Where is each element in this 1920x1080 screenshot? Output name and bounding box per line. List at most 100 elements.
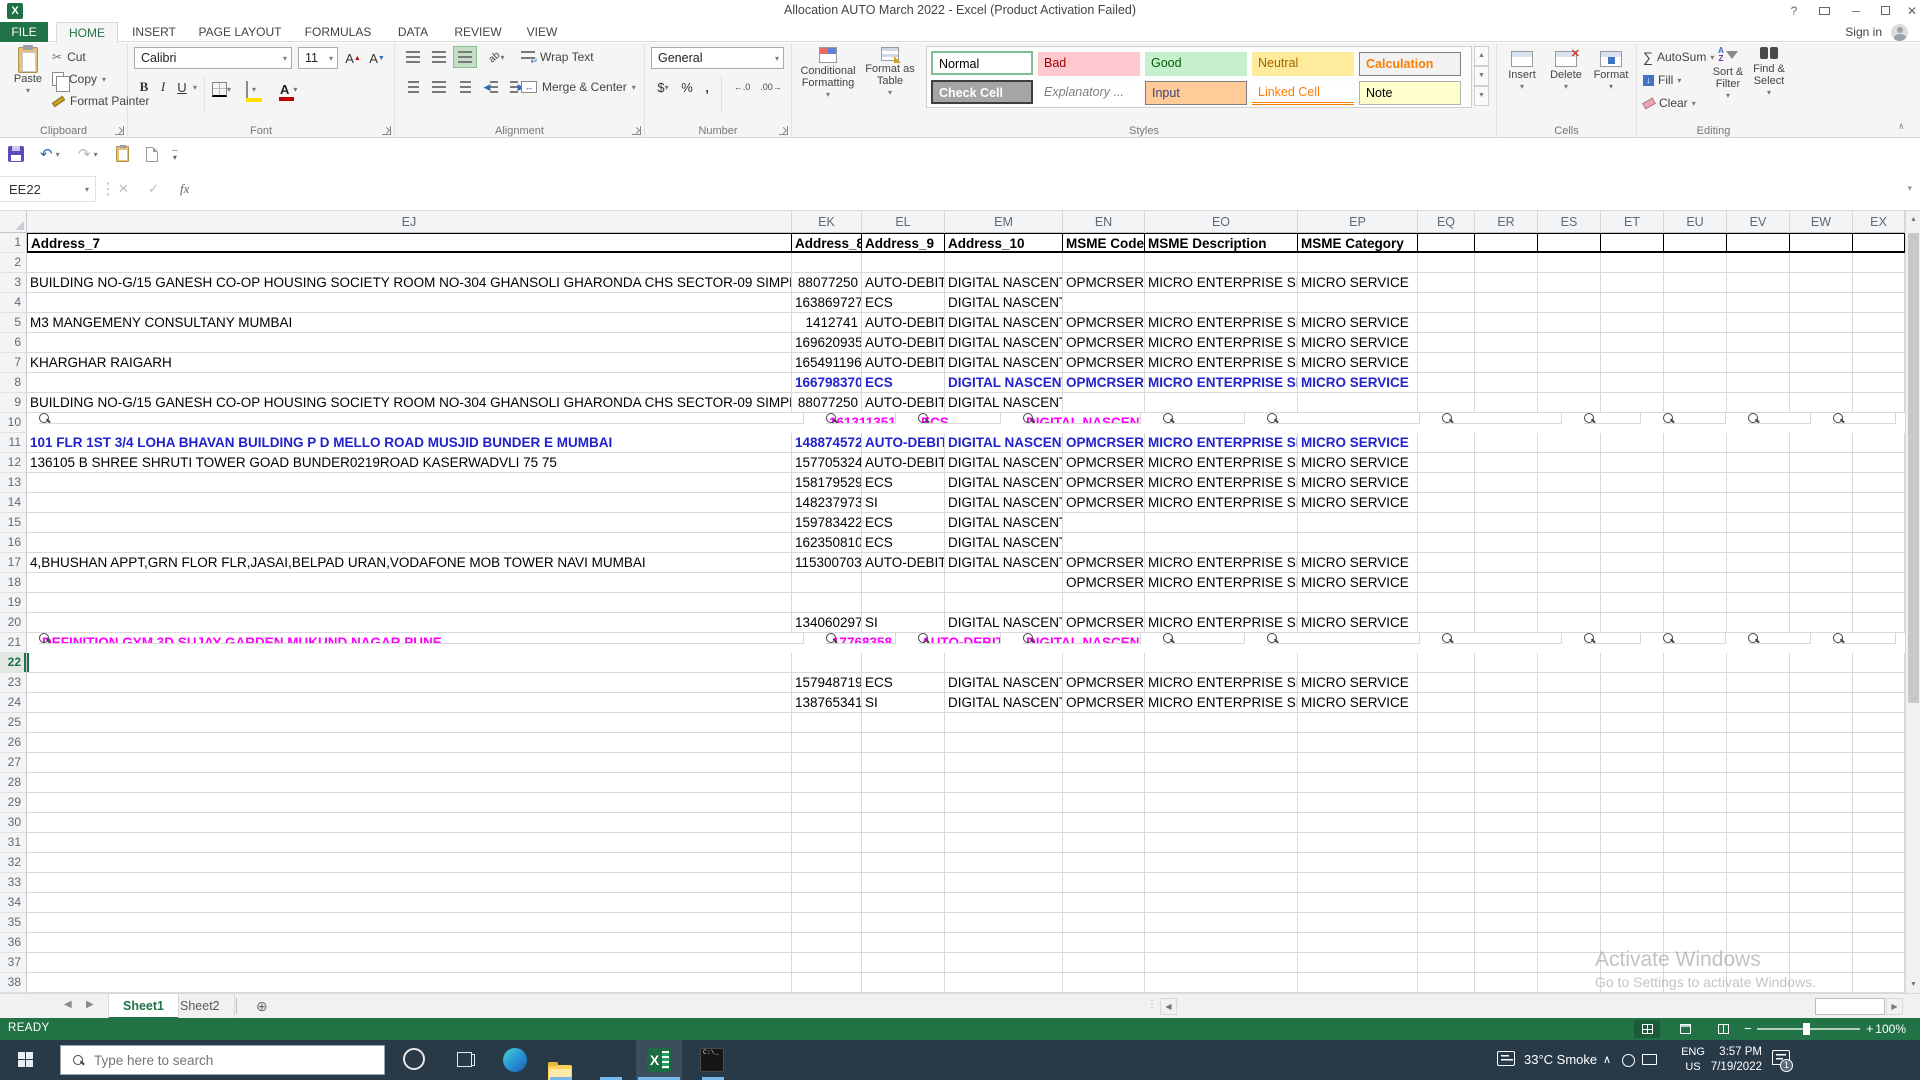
cell-EN13[interactable]: OPMCRSER (1063, 473, 1145, 493)
cell-ES29[interactable] (1538, 793, 1601, 813)
cell-EJ38[interactable] (27, 973, 792, 993)
cell-EP12[interactable]: MICRO SERVICE (1298, 453, 1418, 473)
cell-EL23[interactable]: ECS (862, 673, 945, 693)
cell-EW17[interactable] (1790, 553, 1853, 573)
maximize-button[interactable] (1872, 0, 1900, 22)
cell-EX33[interactable] (1853, 873, 1905, 893)
cell-EV28[interactable] (1727, 773, 1790, 793)
cell-EP20[interactable]: MICRO SERVICE (1298, 613, 1418, 633)
cell-EN22[interactable] (1063, 653, 1145, 673)
cell-ET32[interactable] (1601, 853, 1664, 873)
cortana-button[interactable] (403, 1048, 425, 1070)
delete-cells-button[interactable]: ✕ Delete ▾ (1545, 48, 1587, 93)
cell-EP26[interactable] (1298, 733, 1418, 753)
font-name-combo[interactable]: Calibri ▾ (134, 47, 292, 69)
cell-EJ34[interactable] (27, 893, 792, 913)
cell-EL1[interactable]: Address_9 (862, 233, 945, 253)
cell-EW19[interactable] (1790, 593, 1853, 613)
cell-EL6[interactable]: AUTO-DEBIT (862, 333, 945, 353)
cell-EQ13[interactable] (1418, 473, 1475, 493)
cell-EK19[interactable] (792, 593, 862, 613)
cell-EL35[interactable] (862, 913, 945, 933)
cell-EM14[interactable]: DIGITAL NASCENT (945, 493, 1063, 513)
cell-EJ11[interactable]: 101 FLR 1ST 3/4 LOHA BHAVAN BUILDING P D… (27, 433, 792, 453)
cell-ER4[interactable] (1475, 293, 1538, 313)
cell-EU17[interactable] (1664, 553, 1727, 573)
row-header-34[interactable]: 34 (0, 893, 27, 913)
cell-EM16[interactable]: DIGITAL NASCENT (945, 533, 1063, 553)
cell-EU24[interactable] (1664, 693, 1727, 713)
cell-EJ2[interactable] (27, 253, 792, 273)
cell-EW6[interactable] (1790, 333, 1853, 353)
cell-ES12[interactable] (1538, 453, 1601, 473)
cell-EM23[interactable]: DIGITAL NASCENT (945, 673, 1063, 693)
cell-EN32[interactable] (1063, 853, 1145, 873)
cell-EQ10[interactable] (1584, 413, 1641, 424)
cell-ER11[interactable] (1475, 433, 1538, 453)
cell-EX19[interactable] (1853, 593, 1905, 613)
cell-EL15[interactable]: ECS (862, 513, 945, 533)
cell-EP23[interactable]: MICRO SERVICE (1298, 673, 1418, 693)
cell-EJ36[interactable] (27, 933, 792, 953)
column-header-EX[interactable]: EX (1853, 211, 1905, 233)
name-box[interactable]: EE22 ▾ (0, 176, 96, 202)
column-header-ET[interactable]: ET (1601, 211, 1664, 233)
cell-EM36[interactable] (945, 933, 1063, 953)
page-break-view-button[interactable] (1710, 1020, 1736, 1038)
cell-EK37[interactable] (792, 953, 862, 973)
cell-EP2[interactable] (1298, 253, 1418, 273)
scroll-right-button[interactable]: ▶ (1886, 998, 1903, 1015)
cell-EW32[interactable] (1790, 853, 1853, 873)
cell-EU20[interactable] (1664, 613, 1727, 633)
cell-EL30[interactable] (862, 813, 945, 833)
cell-EM27[interactable] (945, 753, 1063, 773)
column-header-EK[interactable]: EK (792, 211, 862, 233)
format-as-table-button[interactable]: Format as Table ▾ (862, 47, 918, 99)
cell-ER33[interactable] (1475, 873, 1538, 893)
cell-EJ10[interactable] (39, 413, 804, 424)
cell-EL25[interactable] (862, 713, 945, 733)
cell-EW25[interactable] (1790, 713, 1853, 733)
cell-EP4[interactable] (1298, 293, 1418, 313)
cell-EN38[interactable] (1063, 973, 1145, 993)
row-header-18[interactable]: 18 (0, 573, 27, 593)
cell-EV13[interactable] (1727, 473, 1790, 493)
align-center-button[interactable] (427, 76, 451, 98)
copy-button[interactable]: Copy ▾ (52, 69, 106, 92)
cell-ER6[interactable] (1475, 333, 1538, 353)
cell-EX36[interactable] (1853, 933, 1905, 953)
cell-EO25[interactable] (1145, 713, 1298, 733)
insert-cells-button[interactable]: Insert ▾ (1501, 51, 1543, 93)
cell-EP32[interactable] (1298, 853, 1418, 873)
cell-EJ26[interactable] (27, 733, 792, 753)
cell-EQ36[interactable] (1418, 933, 1475, 953)
cell-ER37[interactable] (1475, 953, 1538, 973)
cell-EW23[interactable] (1790, 673, 1853, 693)
cell-EO9[interactable] (1145, 393, 1298, 413)
cell-EP10[interactable] (1442, 413, 1562, 424)
cell-EN37[interactable] (1063, 953, 1145, 973)
cell-EV11[interactable] (1727, 433, 1790, 453)
cell-EV7[interactable] (1727, 353, 1790, 373)
cell-EO1[interactable]: MSME Description (1145, 233, 1298, 253)
row-header-26[interactable]: 26 (0, 733, 27, 753)
cell-ER18[interactable] (1475, 573, 1538, 593)
tab-review[interactable]: REVIEW (446, 22, 510, 42)
cell-ES31[interactable] (1538, 833, 1601, 853)
gallery-up-button[interactable]: ▲ (1474, 46, 1489, 66)
cell-EQ21[interactable] (1584, 633, 1641, 644)
cell-EN5[interactable]: OPMCRSER (1063, 313, 1145, 333)
cell-EP3[interactable]: MICRO SERVICE (1298, 273, 1418, 293)
cell-ET11[interactable] (1601, 433, 1664, 453)
column-header-EM[interactable]: EM (945, 211, 1063, 233)
cell-EK24[interactable]: 138765341 (792, 693, 862, 713)
cell-EV4[interactable] (1727, 293, 1790, 313)
cell-EV17[interactable] (1727, 553, 1790, 573)
cell-EU31[interactable] (1664, 833, 1727, 853)
cell-ET17[interactable] (1601, 553, 1664, 573)
cell-EO21[interactable] (1267, 633, 1420, 644)
cell-EL19[interactable] (862, 593, 945, 613)
cell-EN18[interactable]: OPMCRSER (1063, 573, 1145, 593)
cell-EJ18[interactable] (27, 573, 792, 593)
cell-ET36[interactable] (1601, 933, 1664, 953)
